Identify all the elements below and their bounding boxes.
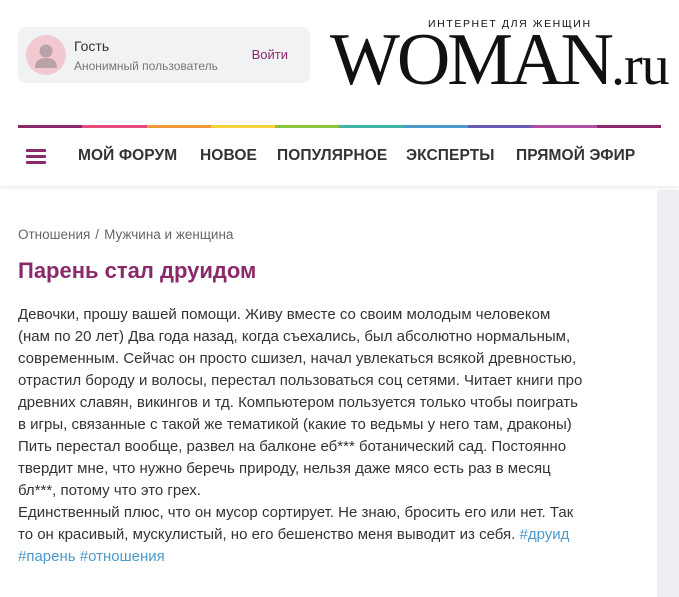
tag-relations[interactable]: #отношения	[80, 548, 165, 565]
post-line-text: то он красивый, мускулистый, но его беше…	[18, 526, 520, 543]
right-sidebar	[657, 190, 679, 597]
post-line: Пить перестал вообще, развел на балконе …	[18, 438, 567, 455]
post-line: в игры, связанные с такой же тематикой (…	[18, 416, 572, 433]
post-title: Парень стал друидом	[18, 258, 257, 283]
tag-druid[interactable]: #друид	[519, 526, 569, 543]
user-name: Гость	[74, 38, 110, 54]
tag-boyfriend[interactable]: #парень	[18, 548, 76, 565]
logo-tagline: ИНТЕРНЕТ ДЛЯ ЖЕНЩИН	[428, 18, 592, 30]
post-line: Единственный плюс, что он мусор сортируе…	[18, 504, 574, 521]
nav-new[interactable]: НОВОЕ	[200, 147, 257, 165]
post-line: древних славян, викингов и тд. Компьютер…	[18, 394, 578, 411]
nav-live[interactable]: ПРЯМОЙ ЭФИР	[516, 147, 635, 165]
nav-experts[interactable]: ЭКСПЕРТЫ	[406, 147, 495, 165]
post-line: отрастил бороду и волосы, перестал польз…	[18, 372, 583, 389]
post-line: современным. Сейчас он просто сшизел, на…	[18, 350, 577, 367]
login-button[interactable]: Войти	[252, 47, 288, 62]
user-card: Гость Анонимный пользователь Войти	[18, 27, 310, 83]
main-nav: МОЙ ФОРУМ НОВОЕ ПОПУЛЯРНОЕ ЭКСПЕРТЫ ПРЯМ…	[0, 128, 679, 186]
site-logo[interactable]: WOMAN.ru ИНТЕРНЕТ ДЛЯ ЖЕНЩИН	[330, 12, 670, 100]
site-header: Гость Анонимный пользователь Войти WOMAN…	[0, 0, 679, 126]
post-line: Девочки, прошу вашей помощи. Живу вместе…	[18, 306, 551, 323]
breadcrumb-separator: /	[95, 227, 100, 242]
user-avatar-icon[interactable]	[26, 35, 66, 75]
post-line: (нам по 20 лет) Два года назад, когда съ…	[18, 328, 571, 345]
breadcrumb: Отношения / Мужчина и женщина	[18, 227, 233, 242]
post-line: то он красивый, мускулистый, но его беше…	[18, 524, 648, 546]
post-line: бл***, потому что это грех.	[18, 482, 201, 499]
post-body: Девочки, прошу вашей помощи. Живу вместе…	[18, 304, 648, 568]
breadcrumb-item-relations[interactable]: Отношения	[18, 227, 90, 242]
post-line: твердит мне, что нужно беречь природу, н…	[18, 460, 551, 477]
nav-my-forum[interactable]: МОЙ ФОРУМ	[78, 147, 177, 165]
user-subtitle: Анонимный пользователь	[74, 59, 218, 73]
breadcrumb-item-man-and-woman[interactable]: Мужчина и женщина	[104, 227, 233, 242]
logo-wordmark: WOMAN.ru	[330, 19, 670, 101]
menu-burger-icon[interactable]	[26, 149, 46, 164]
nav-popular[interactable]: ПОПУЛЯРНОЕ	[277, 147, 387, 165]
post-tags-line: #парень #отношения	[18, 546, 648, 568]
